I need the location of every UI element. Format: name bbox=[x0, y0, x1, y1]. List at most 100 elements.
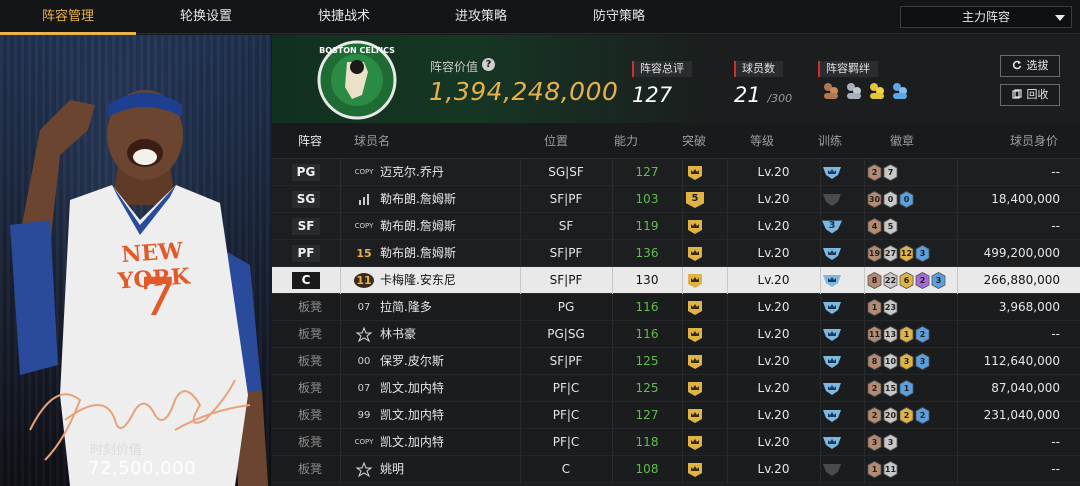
badge-bronze-icon[interactable]: 11 bbox=[867, 326, 882, 343]
table-row[interactable]: C 11 卡梅隆.安东尼 SF|PF 130 Lv.20 8 22 6 2 3 266,880,000 bbox=[272, 267, 1080, 294]
badge-bronze-icon[interactable]: 8 bbox=[867, 353, 882, 370]
training-crown-icon[interactable] bbox=[822, 273, 842, 289]
badge-list[interactable]: 11 13 1 2 bbox=[867, 326, 931, 344]
col-player-value[interactable]: 球员身价 bbox=[1010, 124, 1058, 159]
table-row[interactable]: 板凳 COPY 凯文.加内特 PF|C 118 Lv.20 3 3 -- bbox=[272, 429, 1080, 456]
badge-silver-icon[interactable]: 27 bbox=[883, 245, 898, 262]
badge-list[interactable]: 45 bbox=[867, 218, 899, 236]
training-crown-icon[interactable] bbox=[822, 165, 842, 181]
bond-icons[interactable] bbox=[822, 80, 914, 102]
player-name[interactable]: 凯文.加内特 bbox=[380, 429, 444, 456]
badge-blue-icon[interactable]: 2 bbox=[915, 407, 930, 424]
breakthrough-crown-icon[interactable] bbox=[686, 408, 704, 424]
player-name[interactable]: 拉简.隆多 bbox=[380, 294, 432, 321]
badge-bronze-icon[interactable]: 19 bbox=[867, 245, 882, 262]
badge-silver-icon[interactable]: 10 bbox=[883, 353, 898, 370]
badge-silver-icon[interactable]: 23 bbox=[883, 299, 898, 316]
player-name[interactable]: 姚明 bbox=[380, 456, 404, 483]
badge-gold-icon[interactable]: 12 bbox=[899, 245, 914, 262]
badge-list[interactable]: 8 10 3 3 bbox=[867, 353, 931, 371]
breakthrough-crown-icon[interactable] bbox=[686, 273, 704, 289]
training-crown-icon[interactable] bbox=[822, 327, 842, 343]
badge-list[interactable]: 2 20 2 2 bbox=[867, 407, 931, 425]
badge-bronze-icon[interactable]: 2 bbox=[867, 380, 882, 397]
player-name[interactable]: 迈克尔.乔丹 bbox=[380, 159, 444, 186]
col-training[interactable]: 训练 bbox=[818, 124, 842, 159]
breakthrough-crown-icon[interactable] bbox=[686, 462, 704, 478]
featured-player-card[interactable]: NEW YORK 7 时刻价值 72,500,000 bbox=[0, 35, 271, 486]
training-crown-icon[interactable] bbox=[822, 246, 842, 262]
badge-gold-icon[interactable]: 3 bbox=[899, 353, 914, 370]
badge-list[interactable]: 19 27 12 3 bbox=[867, 245, 931, 263]
badge-bronze-icon[interactable]: 2 bbox=[867, 164, 882, 181]
badge-list[interactable]: 33 bbox=[867, 434, 899, 452]
badge-bronze-icon[interactable]: 1 bbox=[867, 299, 882, 316]
training-empty-icon[interactable] bbox=[822, 192, 842, 208]
breakthrough-crown-icon[interactable] bbox=[686, 381, 704, 397]
table-row[interactable]: 板凳 林书豪 PG|SG 116 Lv.20 11 13 1 2 -- bbox=[272, 321, 1080, 348]
table-row[interactable]: PF 15 勒布朗.詹姆斯 SF|PF 136 Lv.20 19 27 12 3 499,200,0… bbox=[272, 240, 1080, 267]
help-icon[interactable]: ? bbox=[482, 58, 495, 71]
col-breakthrough[interactable]: 突破 bbox=[682, 124, 706, 159]
tab-lineup-management[interactable]: 阵容管理 bbox=[0, 0, 136, 35]
badge-silver-icon[interactable]: 13 bbox=[883, 326, 898, 343]
training-crown-icon[interactable] bbox=[822, 300, 842, 316]
table-row[interactable]: 板凳 99 凯文.加内特 PF|C 127 Lv.20 2 20 2 2 231,040,000 bbox=[272, 402, 1080, 429]
badge-gold-icon[interactable]: 1 bbox=[899, 326, 914, 343]
badge-silver-icon[interactable]: 11 bbox=[883, 461, 898, 478]
breakthrough-crown-icon[interactable] bbox=[686, 300, 704, 316]
player-name[interactable]: 勒布朗.詹姆斯 bbox=[380, 240, 456, 267]
badge-list[interactable]: 1 11 bbox=[867, 461, 899, 479]
table-row[interactable]: SF COPY 勒布朗.詹姆斯 SF 119 Lv.20 3 4 5 -- bbox=[272, 213, 1080, 240]
col-player-name[interactable]: 球员名 bbox=[354, 124, 390, 159]
player-name[interactable]: 林书豪 bbox=[380, 321, 416, 348]
tab-quick-tactics[interactable]: 快捷战术 bbox=[276, 0, 412, 34]
badge-bronze-icon[interactable]: 3 bbox=[867, 434, 882, 451]
table-row[interactable]: 板凳 07 拉简.隆多 PG 116 Lv.20 1 23 3,968,000 bbox=[272, 294, 1080, 321]
badge-purple-icon[interactable]: 2 bbox=[915, 272, 930, 289]
training-crown-icon[interactable] bbox=[822, 381, 842, 397]
badge-list[interactable]: 8 22 6 2 3 bbox=[867, 272, 947, 290]
training-crown-icon[interactable] bbox=[822, 435, 842, 451]
tab-defense-strategy[interactable]: 防守策略 bbox=[550, 0, 688, 34]
lineup-dropdown[interactable]: 主力阵容 bbox=[900, 6, 1072, 28]
badge-list[interactable]: 27 bbox=[867, 164, 899, 182]
tab-offense-strategy[interactable]: 进攻策略 bbox=[412, 0, 550, 34]
draft-button[interactable]: 选拔 bbox=[1000, 55, 1060, 77]
badge-bronze-icon[interactable]: 8 bbox=[867, 272, 882, 289]
col-ability[interactable]: 能力 bbox=[614, 124, 638, 159]
badge-blue-icon[interactable]: 1 bbox=[899, 380, 914, 397]
table-row[interactable]: PG COPY 迈克尔.乔丹 SG|SF 127 Lv.20 2 7 -- bbox=[272, 159, 1080, 186]
badge-gold-icon[interactable]: 2 bbox=[899, 407, 914, 424]
player-name[interactable]: 卡梅隆.安东尼 bbox=[380, 267, 456, 294]
training-level-icon[interactable]: 3 bbox=[822, 220, 842, 234]
badge-bronze-icon[interactable]: 1 bbox=[867, 461, 882, 478]
training-empty-icon[interactable] bbox=[822, 462, 842, 478]
col-badges[interactable]: 徽章 bbox=[890, 124, 914, 159]
col-level[interactable]: 等级 bbox=[750, 124, 774, 159]
badge-list[interactable]: 1 23 bbox=[867, 299, 899, 317]
badge-gold-icon[interactable]: 6 bbox=[899, 272, 914, 289]
badge-blue-icon[interactable]: 0 bbox=[899, 191, 914, 208]
badge-blue-icon[interactable]: 2 bbox=[915, 326, 930, 343]
badge-blue-icon[interactable]: 3 bbox=[931, 272, 946, 289]
badge-silver-icon[interactable]: 3 bbox=[883, 434, 898, 451]
badge-bronze-icon[interactable]: 4 bbox=[867, 218, 882, 235]
badge-blue-icon[interactable]: 3 bbox=[915, 245, 930, 262]
tab-rotation-settings[interactable]: 轮换设置 bbox=[136, 0, 276, 34]
player-name[interactable]: 勒布朗.詹姆斯 bbox=[380, 186, 456, 213]
badge-silver-icon[interactable]: 0 bbox=[883, 191, 898, 208]
training-crown-icon[interactable] bbox=[822, 408, 842, 424]
badge-list[interactable]: 2 15 1 bbox=[867, 380, 915, 398]
badge-list[interactable]: 30 0 0 bbox=[867, 191, 915, 209]
breakthrough-crown-icon[interactable] bbox=[686, 219, 704, 235]
table-row[interactable]: 板凳 07 凯文.加内特 PF|C 125 Lv.20 2 15 1 87,040,000 bbox=[272, 375, 1080, 402]
badge-silver-icon[interactable]: 22 bbox=[883, 272, 898, 289]
breakthrough-crown-icon[interactable] bbox=[686, 354, 704, 370]
col-lineup[interactable]: 阵容 bbox=[298, 124, 322, 159]
table-row[interactable]: 板凳 姚明 C 108 Lv.20 1 11 -- bbox=[272, 456, 1080, 483]
table-row[interactable]: SG 勒布朗.詹姆斯 SF|PF 103 5 Lv.20 30 0 0 18,400,000 bbox=[272, 186, 1080, 213]
breakthrough-level-icon[interactable]: 5 bbox=[686, 192, 704, 208]
player-name[interactable]: 凯文.加内特 bbox=[380, 375, 444, 402]
training-crown-icon[interactable] bbox=[822, 354, 842, 370]
